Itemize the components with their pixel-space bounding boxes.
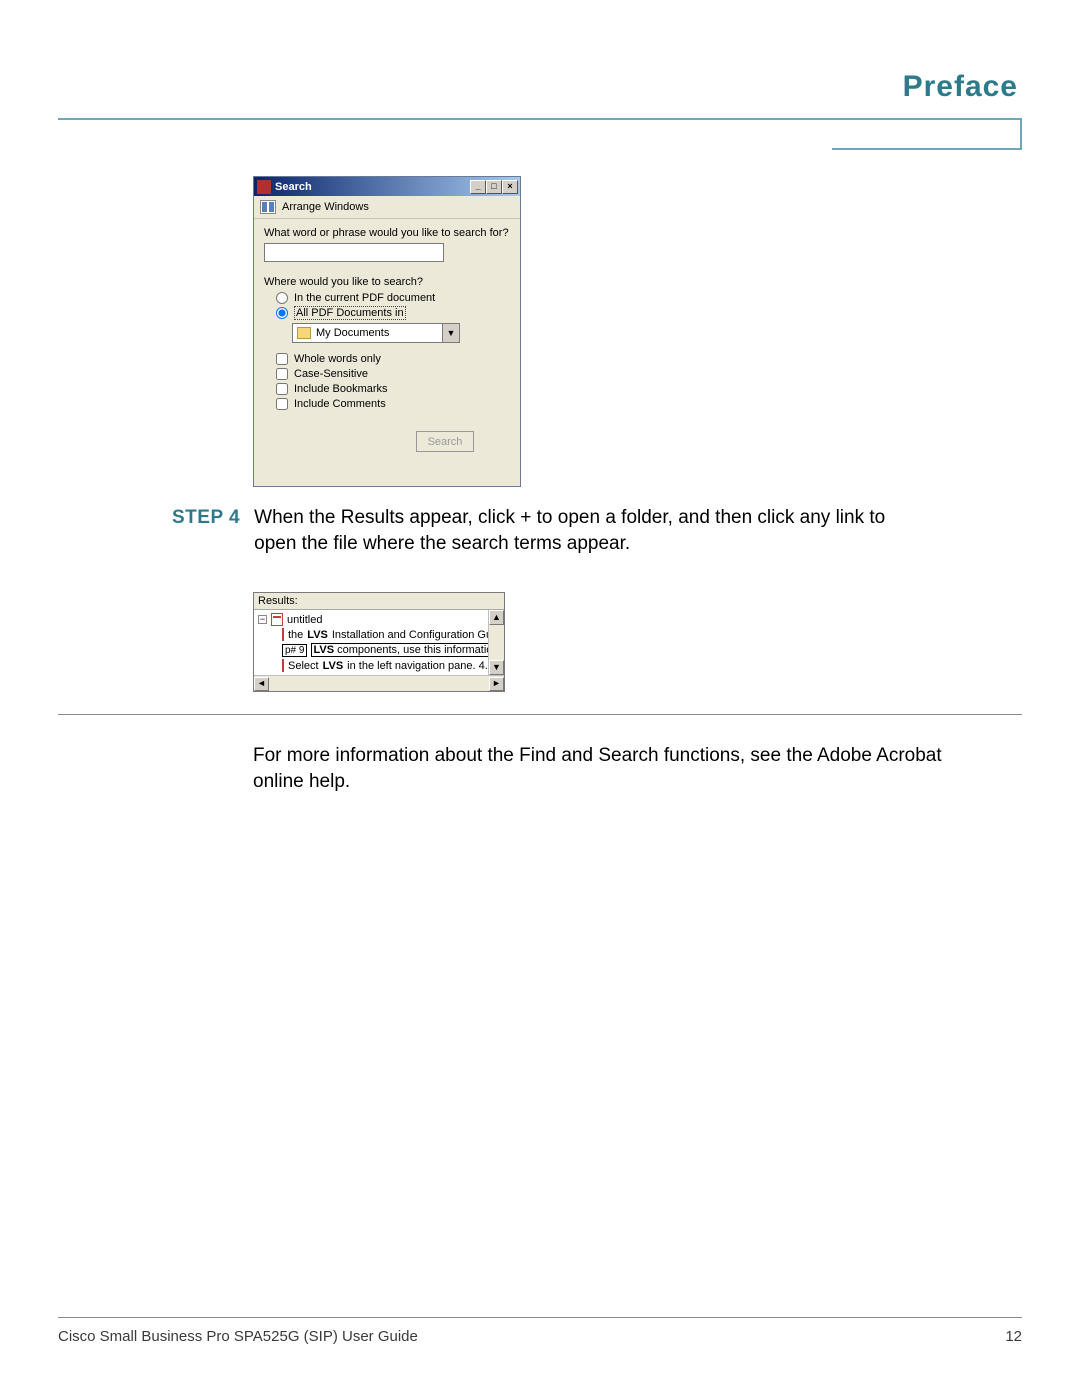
folder-combo[interactable]: My Documents ▼ [292, 323, 460, 343]
result-item-2[interactable]: p# 9 LVS components, use this informatio… [258, 642, 504, 658]
check-bookmarks[interactable] [276, 383, 288, 395]
header-rule [58, 118, 1022, 120]
result-item-1[interactable]: the LVS Installation and Configuration G… [258, 627, 504, 642]
scroll-down-icon[interactable]: ▼ [489, 660, 504, 675]
radio-all-docs-label: All PDF Documents in [294, 307, 406, 319]
check-case-sensitive[interactable] [276, 368, 288, 380]
collapse-icon[interactable]: − [258, 615, 267, 624]
minimize-button[interactable]: _ [470, 180, 486, 194]
divider [58, 714, 1022, 715]
arrange-windows-label[interactable]: Arrange Windows [282, 201, 369, 213]
results-header: Results: [254, 593, 504, 610]
search-button[interactable]: Search [416, 431, 474, 452]
footer-doc-title: Cisco Small Business Pro SPA525G (SIP) U… [58, 1328, 418, 1345]
maximize-button[interactable]: □ [486, 180, 502, 194]
check-whole-words[interactable] [276, 353, 288, 365]
search-prompt: What word or phrase would you like to se… [264, 227, 510, 239]
search-dialog: Search _ □ × Arrange Windows What word o… [253, 176, 521, 487]
radio-all-docs[interactable] [276, 307, 288, 319]
check-comments[interactable] [276, 398, 288, 410]
close-button[interactable]: × [502, 180, 518, 194]
step-number: STEP 4 [58, 505, 240, 556]
page-header-title: Preface [58, 70, 1022, 104]
pdf-icon [271, 613, 283, 626]
result-item-3[interactable]: Select LVS in the left navigation pane. … [258, 658, 504, 673]
dialog-title: Search [275, 181, 470, 193]
check-bookmarks-label: Include Bookmarks [294, 383, 388, 395]
page-badge: p# 9 [282, 644, 307, 657]
results-root[interactable]: − untitled [258, 612, 504, 627]
results-panel: Results: − untitled the LVS Installation… [253, 592, 505, 692]
results-hscroll[interactable]: ◄ ► [254, 675, 504, 691]
folder-icon [297, 327, 311, 339]
info-paragraph: For more information about the Find and … [253, 743, 973, 794]
dialog-toolbar: Arrange Windows [254, 196, 520, 219]
results-root-label: untitled [287, 614, 322, 626]
check-comments-label: Include Comments [294, 398, 386, 410]
scroll-up-icon[interactable]: ▲ [489, 610, 504, 625]
search-app-icon [257, 180, 271, 194]
pdf-icon [282, 628, 284, 641]
results-vscroll[interactable]: ▲ ▼ [488, 610, 504, 675]
search-input[interactable] [264, 243, 444, 262]
check-whole-words-label: Whole words only [294, 353, 381, 365]
footer-page-number: 12 [1005, 1328, 1022, 1345]
folder-combo-value: My Documents [316, 327, 389, 339]
radio-current-doc-label: In the current PDF document [294, 292, 435, 304]
footer-rule [58, 1317, 1022, 1318]
radio-current-doc[interactable] [276, 292, 288, 304]
pdf-icon [282, 659, 284, 672]
dialog-titlebar[interactable]: Search _ □ × [254, 177, 520, 196]
scroll-right-icon[interactable]: ► [489, 677, 504, 691]
step-text: When the Results appear, click + to open… [254, 505, 894, 556]
check-case-sensitive-label: Case-Sensitive [294, 368, 368, 380]
arrange-windows-icon[interactable] [260, 200, 276, 214]
chevron-down-icon[interactable]: ▼ [442, 324, 459, 342]
scroll-left-icon[interactable]: ◄ [254, 677, 269, 691]
where-prompt: Where would you like to search? [264, 276, 510, 288]
